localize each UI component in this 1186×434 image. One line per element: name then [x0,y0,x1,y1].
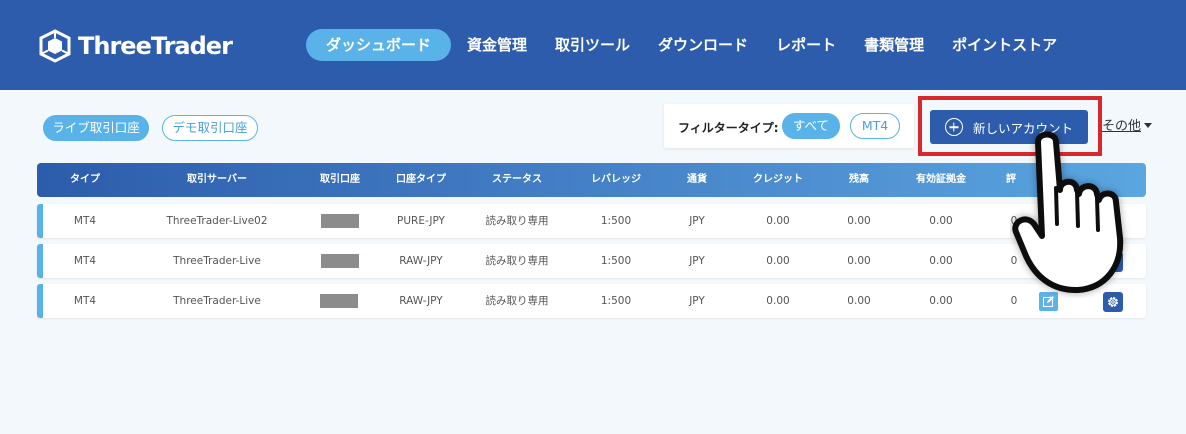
live-account-tab[interactable]: ライブ取引口座 [43,115,149,141]
table-row: MT4 ThreeTrader-Live RAW-JPY 読み取り専用 1:50… [37,244,1146,278]
masked-account-number [321,254,359,268]
nav-funds[interactable]: 資金管理 [453,29,541,61]
cell-status: 読み取り専用 [485,215,549,227]
column-header-equity: 有効証拠金 [916,174,966,185]
cell-equity: 0.00 [929,215,953,227]
cell-type: MT4 [73,255,97,267]
cell-balance: 0.00 [847,295,871,307]
cell-server: ThreeTrader-Live [173,295,261,307]
cell-credit: 0.00 [766,255,790,267]
masked-account-number [320,294,358,308]
accounts-table-header: タイプ 取引サーバー 取引口座 口座タイプ ステータス レバレッジ 通貨 クレジ… [37,163,1146,197]
cell-equity: 0.00 [929,295,953,307]
column-header-currency: 通貨 [687,174,707,185]
plus-circle-icon [944,118,963,136]
cell-status: 読み取り専用 [485,255,549,267]
cell-currency: JPY [689,295,705,307]
column-header-balance: 残高 [849,174,869,185]
cell-server: ThreeTrader-Live [173,255,261,267]
cell-leverage: 1:500 [600,215,632,227]
row-accent-bar [37,204,43,238]
brand-logo[interactable]: ThreeTrader [38,28,233,64]
cell-credit: 0.00 [766,295,790,307]
table-row: MT4 ThreeTrader-Live02 PURE-JPY 読み取り専用 1… [37,204,1146,238]
cell-type: MT4 [73,295,97,307]
threetrader-logo-icon [39,29,71,63]
column-header-status: ステータス [492,174,542,185]
nav-reports[interactable]: レポート [762,29,850,61]
filter-mt4-button[interactable]: MT4 [850,113,900,139]
cell-currency: JPY [689,255,705,267]
masked-account-number [321,214,359,228]
filter-panel: フィルタータイプ: すべて MT4 [664,104,914,148]
main-nav: ダッシュボード 資金管理 取引ツール ダウンロード レポート 書類管理 ポイント… [306,29,1071,61]
cell-leverage: 1:500 [600,255,632,267]
cell-balance: 0.00 [847,255,871,267]
nav-documents[interactable]: 書類管理 [850,29,938,61]
nav-point-store[interactable]: ポイントストア [938,29,1071,61]
nav-dashboard[interactable]: ダッシュボード [306,29,452,61]
cell-credit: 0.00 [766,215,790,227]
demo-account-tab[interactable]: デモ取引口座 [162,115,258,141]
top-navigation-bar: ThreeTrader ダッシュボード 資金管理 取引ツール ダウンロード レポ… [0,0,1186,90]
cell-currency: JPY [689,215,705,227]
cell-equity: 0.00 [929,255,953,267]
cell-leverage: 1:500 [600,295,632,307]
cell-account-type: RAW-JPY [399,295,443,307]
pointing-hand-icon [1012,131,1124,294]
cell-type: MT4 [73,215,97,227]
column-header-type: タイプ [70,174,100,185]
cell-server: ThreeTrader-Live02 [166,215,268,227]
cell-balance: 0.00 [847,215,871,227]
filter-all-button[interactable]: すべて [782,113,840,139]
row-accent-bar [37,244,43,278]
filter-type-label: フィルタータイプ: [678,121,779,135]
column-header-credit: クレジット [753,174,803,185]
row-accent-bar [37,284,43,318]
cell-status: 読み取り専用 [485,295,549,307]
column-header-server: 取引サーバー [187,174,247,185]
nav-download[interactable]: ダウンロード [644,29,762,61]
nav-trading-tools[interactable]: 取引ツール [541,29,644,61]
table-row: MT4 ThreeTrader-Live RAW-JPY 読み取り専用 1:50… [37,284,1146,318]
cell-account-type: RAW-JPY [399,255,443,267]
cell-account-type: PURE-JPY [397,215,445,227]
column-header-account: 取引口座 [320,174,360,185]
brand-name: ThreeTrader [78,32,233,60]
column-header-leverage: レバレッジ [591,174,641,185]
column-header-account-type: 口座タイプ [396,174,446,185]
